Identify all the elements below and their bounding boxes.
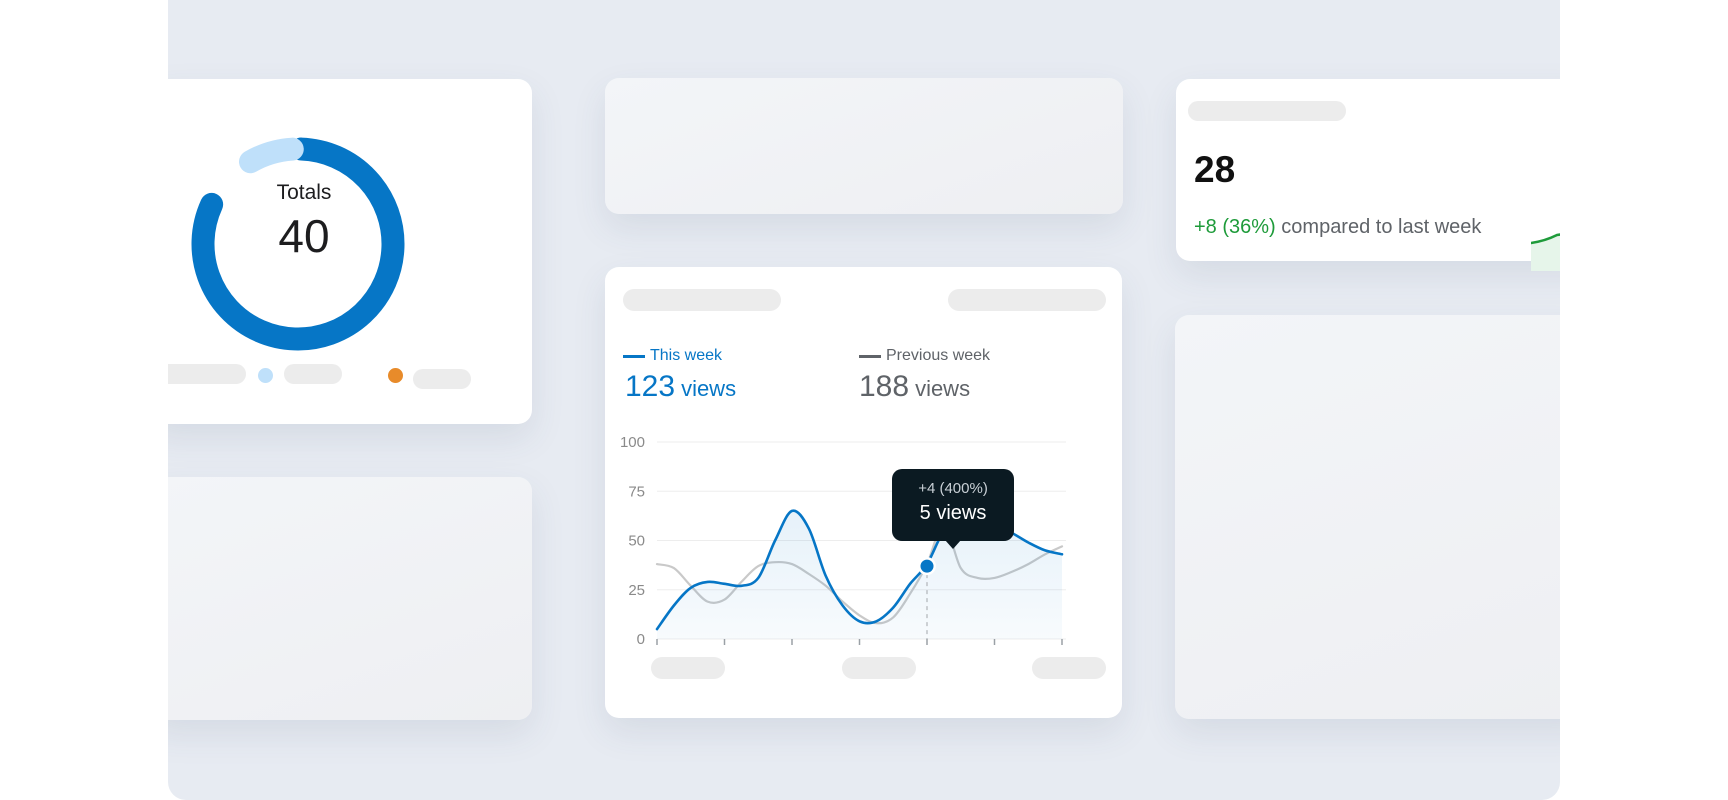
tooltip-delta: +4 (400%) bbox=[918, 480, 988, 497]
sparkline bbox=[1531, 233, 1560, 271]
x-label-placeholder bbox=[1032, 657, 1106, 679]
donut-total: 40 bbox=[278, 210, 330, 262]
legend-dot-light-blue bbox=[258, 368, 273, 383]
tooltip-value: 5 views bbox=[919, 502, 987, 524]
legend-placeholder bbox=[284, 364, 342, 384]
stat-compare: +8 (36%) compared to last week bbox=[1194, 216, 1481, 239]
views-line-chart: 0 25 50 75 100 bbox=[620, 434, 1066, 648]
placeholder-card bbox=[605, 78, 1123, 214]
chart-tooltip: +4 (400%) 5 views bbox=[892, 469, 1014, 549]
views-chart-card: This week 123 views Previous week 188 view… bbox=[605, 267, 1122, 718]
donut-title: Totals bbox=[276, 181, 332, 204]
totals-card: Totals 40 bbox=[168, 79, 532, 424]
stat-title-placeholder bbox=[1188, 101, 1346, 121]
legend-dot-orange bbox=[388, 368, 403, 383]
y-tick-label: 100 bbox=[620, 434, 645, 451]
placeholder-card bbox=[1175, 315, 1560, 719]
stat-card: 28 +8 (36%) compared to last week bbox=[1176, 79, 1560, 271]
y-tick-label: 0 bbox=[637, 631, 645, 648]
y-tick-label: 25 bbox=[628, 582, 645, 599]
stat-compare-text: compared to last week bbox=[1281, 216, 1482, 238]
legend-placeholder bbox=[413, 369, 471, 389]
y-tick-label: 50 bbox=[628, 533, 645, 550]
x-label-placeholder bbox=[842, 657, 916, 679]
stat-delta: +8 (36%) bbox=[1194, 216, 1276, 238]
dashboard-canvas: Totals 40 This week 123 views Previous we… bbox=[168, 0, 1560, 800]
stat-value: 28 bbox=[1194, 149, 1236, 190]
y-tick-label: 75 bbox=[628, 483, 645, 500]
x-label-placeholder bbox=[651, 657, 725, 679]
legend-placeholder bbox=[168, 364, 246, 384]
placeholder-card bbox=[168, 477, 532, 720]
highlight-point bbox=[920, 559, 934, 573]
